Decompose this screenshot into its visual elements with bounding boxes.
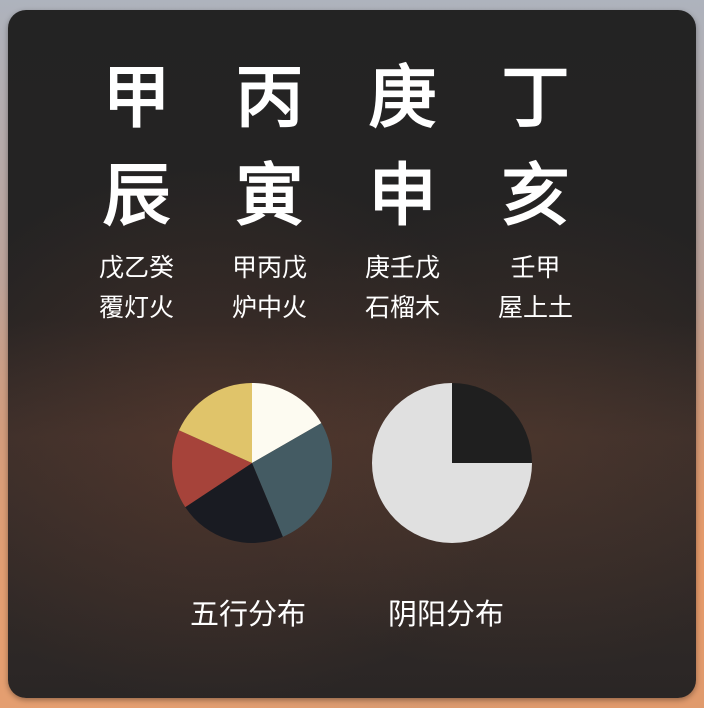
nayin: 石榴木 [364, 293, 440, 322]
wuxing-label: 五行分布 [190, 597, 307, 631]
earthly-branch: 申 [368, 157, 437, 236]
earthly-branch: 亥 [501, 157, 570, 236]
yinyang-pie-svg [372, 383, 532, 543]
pillar-day: 庚 申 庚壬戊 石榴木 [336, 50, 469, 330]
pillars-grid: 甲 辰 戊乙癸 覆灯火 丙 寅 甲丙戊 炉中火 庚 申 庚壬戊 石榴木 丁 亥 … [70, 50, 602, 330]
yinyang-label: 阴阳分布 [388, 597, 505, 631]
nayin: 覆灯火 [98, 293, 174, 322]
hidden-stems: 甲丙戊 [231, 253, 307, 282]
heavenly-stem: 丁 [501, 59, 570, 138]
nayin: 炉中火 [231, 293, 307, 322]
nayin: 屋上土 [497, 293, 573, 322]
hidden-stems: 戊乙癸 [98, 253, 174, 282]
wuxing-pie-chart [172, 383, 332, 543]
pillar-year: 甲 辰 戊乙癸 覆灯火 [70, 50, 203, 330]
earthly-branch: 寅 [235, 157, 304, 236]
yinyang-pie-chart [372, 383, 532, 543]
heavenly-stem: 甲 [102, 59, 171, 138]
hidden-stems: 庚壬戊 [364, 253, 440, 282]
wuxing-pie-svg [172, 383, 332, 543]
hidden-stems: 壬甲 [510, 253, 561, 282]
yinyang-pie-slice-0 [452, 383, 532, 463]
earthly-branch: 辰 [102, 157, 171, 236]
heavenly-stem: 丙 [235, 59, 304, 138]
pillar-hour: 丁 亥 壬甲 屋上土 [469, 50, 602, 330]
pillar-month: 丙 寅 甲丙戊 炉中火 [203, 50, 336, 330]
heavenly-stem: 庚 [368, 59, 437, 138]
